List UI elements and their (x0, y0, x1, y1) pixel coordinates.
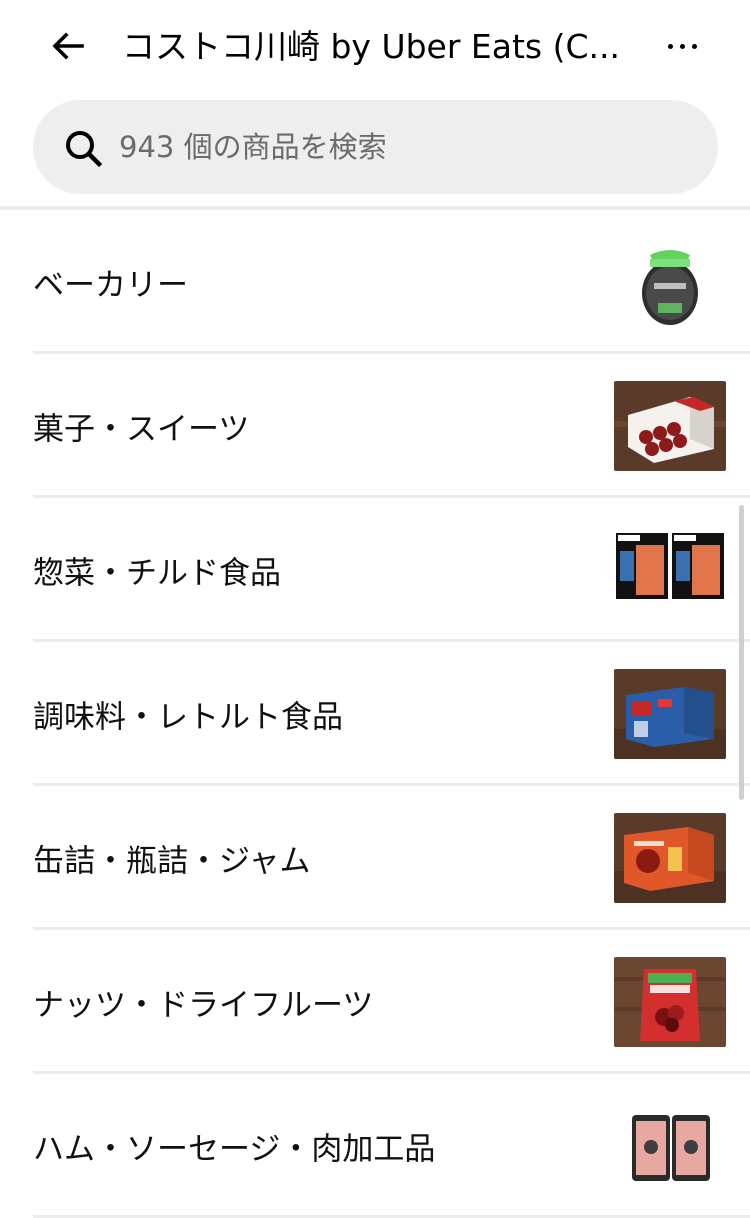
category-label: 菓子・スイーツ (33, 411, 250, 448)
retort-box-image (614, 669, 726, 759)
search-input[interactable] (119, 122, 679, 172)
category-row-nuts[interactable]: ナッツ・ドライフルーツ (0, 930, 750, 1074)
dried-fruit-bag-image (614, 957, 726, 1047)
more-horizontal-icon (668, 44, 673, 49)
category-label: ハム・ソーセージ・肉加工品 (33, 1131, 436, 1168)
more-dot (680, 44, 685, 49)
category-label: 惣菜・チルド食品 (33, 555, 281, 592)
app-header: コストコ川崎 by Uber Eats (C... (0, 0, 750, 96)
category-label: ナッツ・ドライフルーツ (33, 987, 374, 1024)
category-row-ham[interactable]: ハム・ソーセージ・肉加工品 (0, 1074, 750, 1218)
category-row-canned[interactable]: 缶詰・瓶詰・ジャム (0, 786, 750, 930)
chilled-salmon-image (614, 525, 726, 615)
category-row-seasoning[interactable]: 調味料・レトルト食品 (0, 642, 750, 786)
canned-goods-image (614, 813, 726, 903)
search-icon (66, 131, 103, 168)
more-dot (692, 44, 697, 49)
sweets-box-image (614, 381, 726, 471)
arrow-left-icon (52, 32, 84, 60)
search-bar[interactable] (33, 100, 718, 194)
back-button[interactable] (48, 26, 88, 66)
category-label: 調味料・レトルト食品 (33, 699, 343, 736)
category-list: ベーカリー 菓子・スイーツ 惣菜・チルド食品 調味料・レトルト食品 缶詰・瓶詰・… (0, 210, 750, 1218)
category-row-chilled[interactable]: 惣菜・チルド食品 (0, 498, 750, 642)
ham-pack-image (614, 1101, 726, 1191)
bakery-product-image (614, 237, 726, 327)
more-button[interactable] (660, 26, 706, 66)
category-row-bakery[interactable]: ベーカリー (0, 210, 750, 354)
category-label: ベーカリー (33, 267, 188, 304)
store-title: コストコ川崎 by Uber Eats (C... (122, 27, 620, 66)
category-row-sweets[interactable]: 菓子・スイーツ (0, 354, 750, 498)
scrollbar[interactable] (739, 505, 744, 800)
category-label: 缶詰・瓶詰・ジャム (33, 843, 311, 880)
